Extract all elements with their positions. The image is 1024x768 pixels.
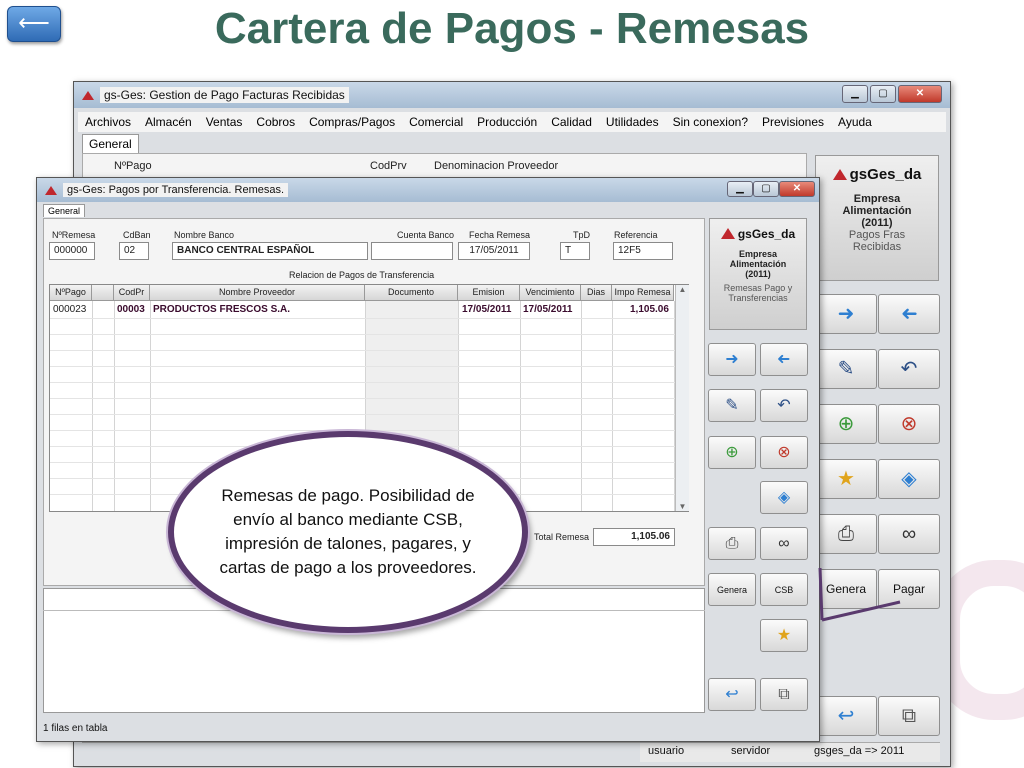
callout-text: Remesas de pago. Posibilidad de envío al…: [219, 486, 477, 577]
callout-pointer: [818, 567, 901, 622]
callout-bubble: Remesas de pago. Posibilidad de envío al…: [168, 431, 528, 633]
